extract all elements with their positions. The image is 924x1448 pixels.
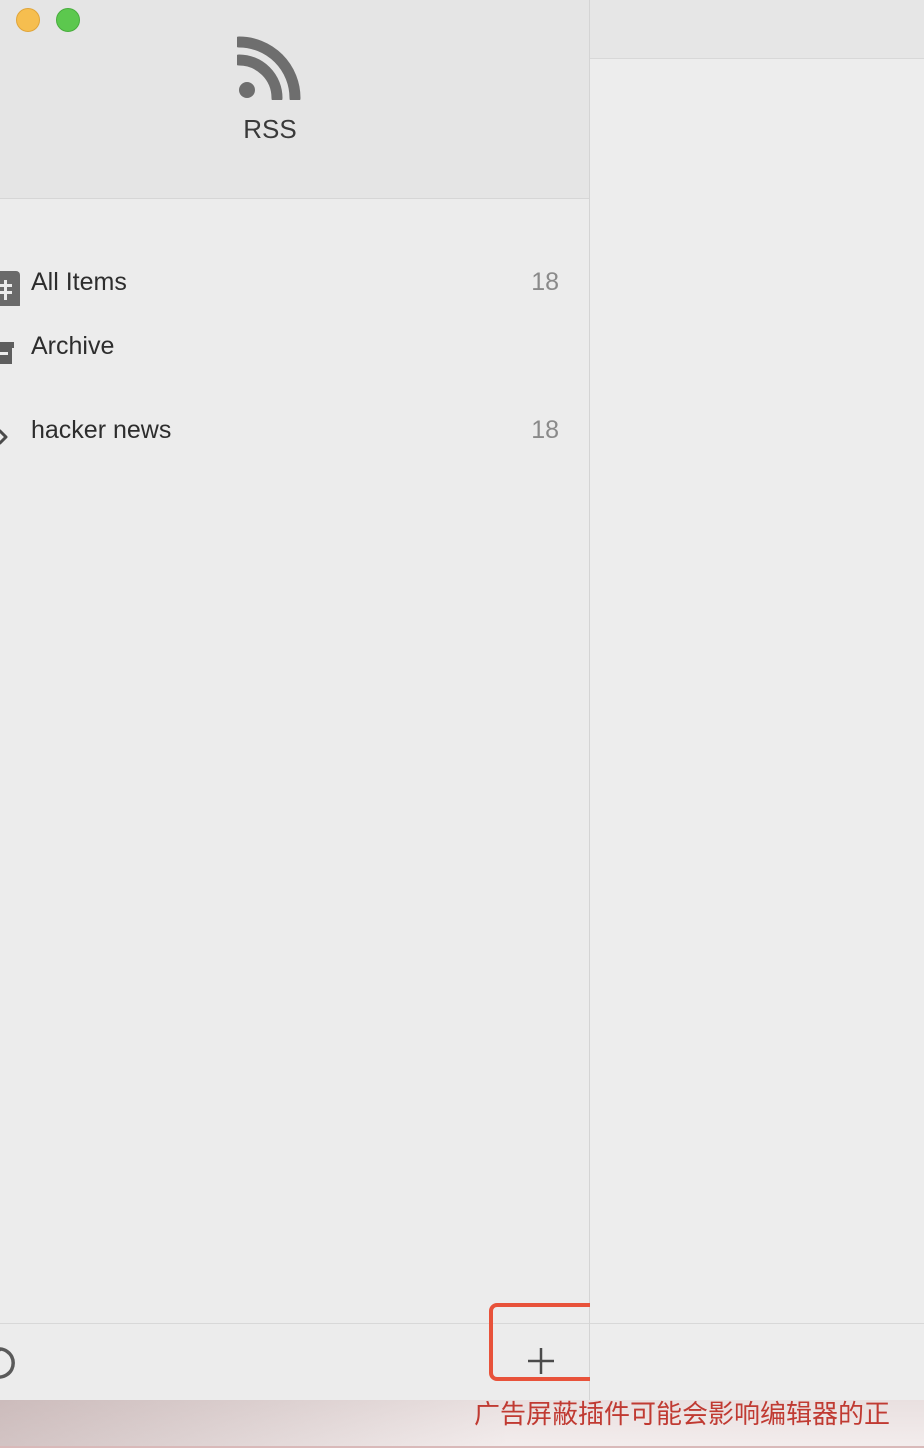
app-title: RSS (243, 114, 297, 144)
all-items-icon (0, 271, 20, 306)
sidebar-item-all-items[interactable]: All Items 18 (0, 256, 589, 306)
unread-count: 18 (531, 268, 559, 296)
bottom-notice-bar: 广告屏蔽插件可能会影响编辑器的正 (0, 1400, 924, 1448)
sidebar-header: RSS (0, 0, 589, 199)
content-pane (590, 0, 924, 1400)
zoom-button[interactable] (56, 8, 80, 32)
sidebar-item-label: hacker news (31, 416, 172, 444)
ad-block-notice: 广告屏蔽插件可能会影响编辑器的正 (474, 1400, 891, 1430)
content-toolbar (590, 0, 924, 59)
refresh-icon[interactable] (0, 1342, 18, 1382)
sidebar-item-archive[interactable]: Archive (0, 320, 589, 370)
rss-icon (237, 36, 301, 100)
plus-icon[interactable] (526, 1346, 556, 1376)
sidebar-item-label: Archive (31, 332, 115, 360)
unread-count: 18 (531, 416, 559, 444)
minimize-button[interactable] (16, 8, 40, 32)
archive-icon (0, 342, 14, 364)
chevron-right-icon[interactable] (0, 414, 20, 454)
sidebar-item-hacker-news[interactable]: hacker news 18 (0, 404, 589, 454)
content-footer (590, 1323, 924, 1401)
sidebar-item-label: All Items (31, 268, 127, 296)
sidebar: RSS All Items 18 Archive hacker news 18 (0, 0, 590, 1401)
